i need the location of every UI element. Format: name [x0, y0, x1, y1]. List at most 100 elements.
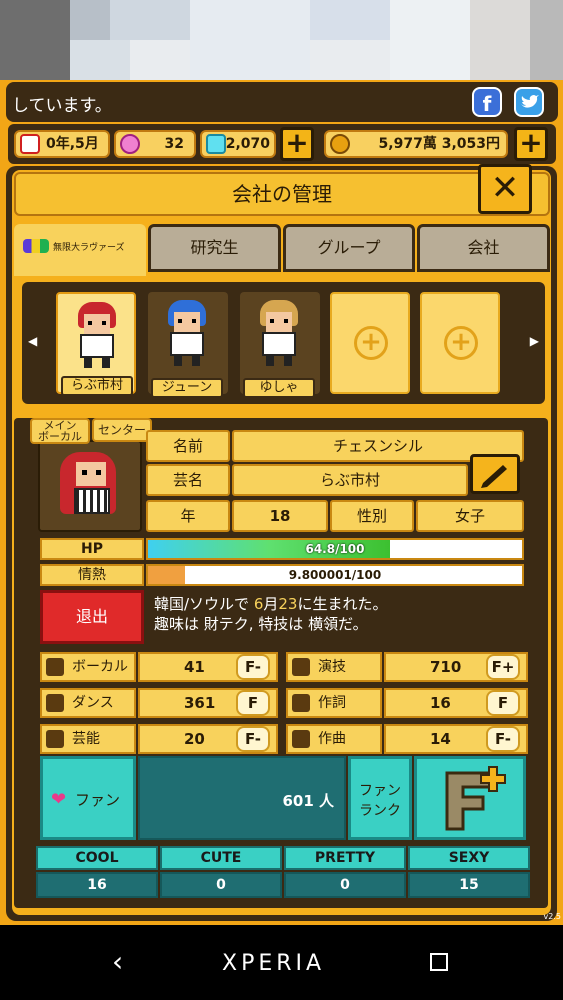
add-member-icon: + [354, 326, 388, 360]
dance-shoe-icon [46, 694, 64, 712]
stage-name-label: 芸名 [146, 464, 230, 496]
fan-count: 601 人 [138, 756, 346, 840]
brand-label: XPERIA [222, 951, 326, 976]
version-label: v2.5 [543, 912, 561, 921]
skill-label: ダンス [40, 688, 136, 718]
add-member-icon: + [444, 326, 478, 360]
empty-roster-slot[interactable]: + [330, 292, 410, 394]
back-icon[interactable]: ‹ [112, 945, 123, 978]
empty-roster-slot[interactable]: + [420, 292, 500, 394]
diamond-icon [206, 134, 226, 154]
fans-label-box: ❤ ファン [40, 756, 136, 840]
news-ticker: しています。 f [6, 82, 558, 122]
skill-value: 20 F- [138, 724, 278, 754]
type-value: 15 [408, 872, 530, 898]
camera-icon [292, 658, 310, 676]
passion-label: 情熱 [40, 564, 144, 586]
dialog-title: 会社の管理 [14, 172, 550, 216]
hp-label: HP [40, 538, 144, 560]
roster-slot[interactable]: ゆしゃ [240, 292, 320, 398]
gem-icon [120, 134, 140, 154]
edit-name-button[interactable] [470, 454, 520, 494]
skill-label: ボーカル [40, 652, 136, 682]
skill-value: 41 F- [138, 652, 278, 682]
heart-icon: ❤ [51, 789, 67, 810]
tab-group[interactable]: グループ [283, 224, 415, 272]
skill-grade-badge: F [236, 690, 270, 716]
skill-label: 演技 [286, 652, 382, 682]
keyboard-icon [292, 730, 310, 748]
scroll-right-arrow[interactable]: ▶ [530, 334, 539, 348]
skill-value: 16 F [384, 688, 528, 718]
roster-slot[interactable]: ジューン [148, 292, 228, 398]
fan-rank-badge [414, 756, 526, 840]
skill-grade-badge: F [486, 690, 520, 716]
bird-icon [521, 95, 539, 108]
pen-icon [292, 694, 310, 712]
role-badge-center: センター [92, 418, 152, 442]
gender-label: 性別 [330, 500, 414, 532]
close-button[interactable]: ✕ [478, 164, 532, 214]
pencil-icon [481, 465, 507, 488]
roster-name: らぶ市村 [61, 376, 133, 396]
money-counter: 5,977萬 3,053円 [324, 130, 508, 158]
tab-company[interactable]: 会社 [417, 224, 550, 272]
mask-icon [46, 730, 64, 748]
roster-name: ジューン [151, 378, 223, 398]
hp-bar: 64.8/100 [146, 538, 524, 560]
gem-counter: 32 [114, 130, 196, 158]
rank-f-plus-icon [445, 766, 506, 831]
skill-value: 361 F [138, 688, 278, 718]
role-badge-main-vocal: メイン ボーカル [30, 418, 90, 444]
type-label: SEXY [408, 846, 530, 870]
skill-label: 作曲 [286, 724, 382, 754]
microphone-icon [46, 658, 64, 676]
type-value: 0 [284, 872, 406, 898]
tab-group-lovers[interactable]: 無限大ラヴァーズ [14, 224, 146, 276]
skill-grade-badge: F- [236, 654, 270, 680]
twitter-share-button[interactable] [514, 87, 544, 117]
type-label: COOL [36, 846, 158, 870]
age-value: 18 [232, 500, 328, 532]
scroll-left-arrow[interactable]: ◀ [28, 334, 37, 348]
age-label: 年 [146, 500, 230, 532]
roster-slot[interactable]: らぶ市村 [56, 292, 136, 396]
buy-diamonds-button[interactable]: + [280, 127, 314, 161]
bio-text: 韓国/ソウルで 6月23に生まれた。 趣味は 財テク, 特技は 横領だ。 [154, 595, 388, 633]
skill-grade-badge: F- [236, 726, 270, 752]
system-navbar: ‹ XPERIA [0, 925, 563, 1000]
ticker-text: しています。 [12, 96, 112, 116]
type-value: 0 [160, 872, 282, 898]
skill-label: 作詞 [286, 688, 382, 718]
facebook-share-button[interactable]: f [472, 87, 502, 117]
hp-text: 64.8/100 [305, 542, 365, 556]
coin-icon [330, 134, 350, 154]
diamond-counter: 2,070 [200, 130, 276, 158]
passion-bar: 9.800001/100 [146, 564, 524, 586]
gender-value: 女子 [416, 500, 524, 532]
resource-bar: 0年,5月 32 2,070 + 5,977萬 3,053円 + [8, 124, 556, 164]
member-sprite [74, 302, 120, 368]
retire-button[interactable]: 退出 [40, 590, 144, 644]
skill-value: 14 F- [384, 724, 528, 754]
skill-grade-badge: F- [486, 726, 520, 752]
tab-trainees[interactable]: 研究生 [148, 224, 281, 272]
member-sprite [256, 300, 302, 366]
passion-text: 9.800001/100 [288, 568, 382, 582]
type-label: PRETTY [284, 846, 406, 870]
name-label: 名前 [146, 430, 230, 462]
game-scene-background [0, 0, 563, 80]
type-label: CUTE [160, 846, 282, 870]
date-display: 0年,5月 [14, 130, 110, 158]
stage-name-value: らぶ市村 [232, 464, 468, 496]
skill-grade-badge: F+ [486, 654, 520, 680]
fan-rank-label: ファン ランク [348, 756, 412, 840]
member-sprite [164, 300, 210, 366]
skill-value: 710 F+ [384, 652, 528, 682]
roster-name: ゆしゃ [243, 378, 315, 398]
skill-label: 芸能 [40, 724, 136, 754]
buy-money-button[interactable]: + [514, 127, 548, 161]
calendar-icon [20, 134, 40, 154]
group-emblem-icon [23, 239, 49, 253]
recent-apps-icon[interactable] [430, 953, 448, 971]
